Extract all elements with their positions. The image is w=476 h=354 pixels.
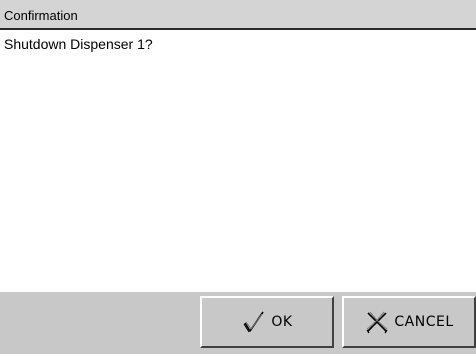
cancel-button-label: CANCEL bbox=[394, 314, 454, 330]
message-area: Shutdown Dispenser 1? bbox=[0, 30, 476, 292]
ok-button-label: OK bbox=[271, 314, 293, 330]
cancel-button[interactable]: CANCEL bbox=[342, 296, 476, 348]
dialog-title-bar: Confirmation bbox=[0, 0, 476, 30]
x-cross-icon bbox=[364, 309, 390, 335]
checkmark-icon bbox=[241, 309, 267, 335]
button-bar: OK CANCEL bbox=[0, 292, 476, 354]
dialog-title: Confirmation bbox=[4, 8, 78, 23]
confirmation-dialog: Confirmation Shutdown Dispenser 1? OK CA… bbox=[0, 0, 476, 354]
confirmation-message: Shutdown Dispenser 1? bbox=[4, 36, 153, 52]
ok-button[interactable]: OK bbox=[200, 296, 334, 348]
